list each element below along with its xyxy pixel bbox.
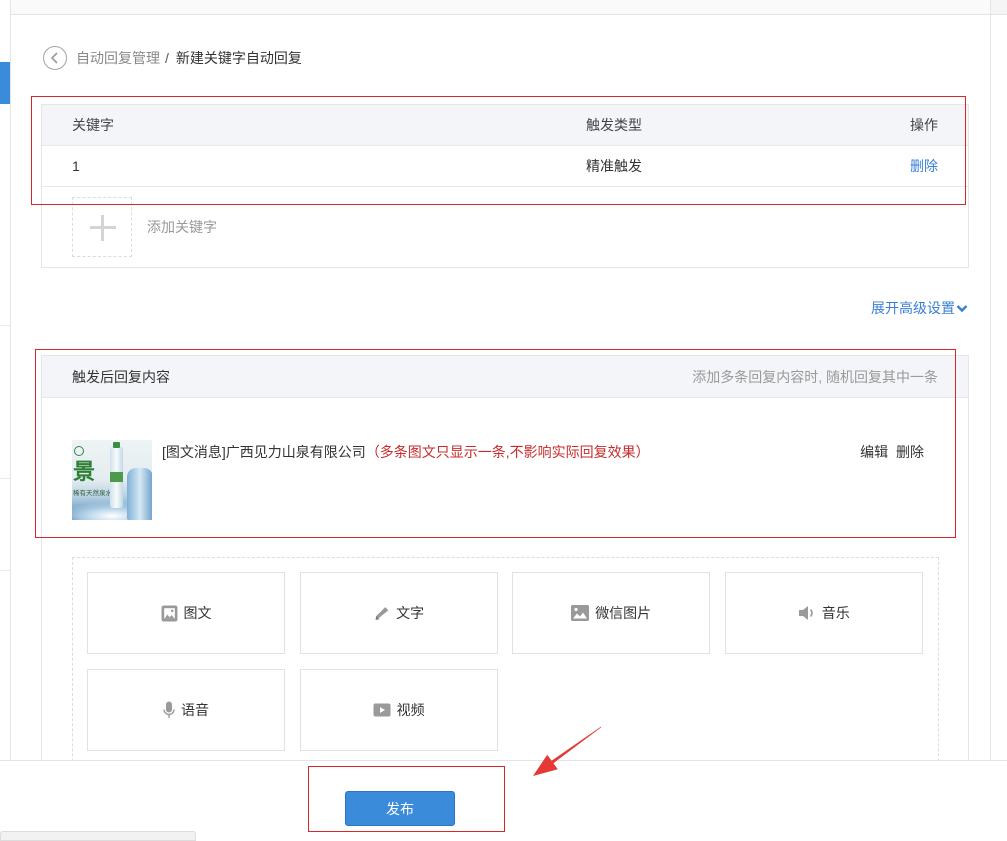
- reply-item-thumbnail: 景 稀有天然泉水: [72, 440, 152, 520]
- add-voice-label: 语音: [181, 702, 209, 718]
- thumbnail-logo: [74, 446, 84, 456]
- top-strip: [11, 0, 990, 15]
- trigger-type-cell: 精准触发: [586, 158, 642, 174]
- reply-item: 景 稀有天然泉水 [图文消息]广西见力山泉有限公司（多条图文只显示一条,不影响实…: [72, 440, 650, 520]
- microphone-icon: [163, 701, 175, 719]
- add-keyword-label[interactable]: 添加关键字: [147, 217, 217, 237]
- sidebar-divider: [0, 325, 10, 326]
- plus-icon[interactable]: [72, 197, 132, 257]
- add-reply-type-grid: 图文 文字 微信图片 音乐 语音 视频: [87, 572, 923, 751]
- reply-item-actions: 编辑 删除: [860, 442, 924, 462]
- column-header-keyword: 关键字: [72, 117, 114, 133]
- reply-item-label: [图文消息]广西见力山泉有限公司: [162, 444, 366, 460]
- right-edge-panel: [990, 0, 1007, 839]
- sidebar-active-item[interactable]: [0, 62, 10, 104]
- add-music-button[interactable]: 音乐: [724, 572, 923, 654]
- table-row: 1 精准触发 删除: [42, 146, 968, 187]
- publish-button[interactable]: 发布: [345, 791, 455, 826]
- right-edge-top: [991, 0, 1007, 15]
- thumbnail-bottle-label: [110, 472, 123, 482]
- reply-content-hint: 添加多条回复内容时, 随机回复其中一条: [692, 368, 938, 385]
- sidebar-divider: [0, 570, 10, 571]
- add-music-label: 音乐: [821, 605, 850, 621]
- add-news-label: 图文: [183, 605, 212, 621]
- add-news-button[interactable]: 图文: [87, 572, 285, 654]
- column-header-trigger-type: 触发类型: [586, 117, 642, 133]
- footer-bar: 发布: [0, 760, 1007, 839]
- add-image-button[interactable]: 微信图片: [512, 572, 711, 654]
- add-keyword: 添加关键字: [72, 197, 217, 257]
- reply-content-panel: 触发后回复内容 添加多条回复内容时, 随机回复其中一条 景 稀有天然泉水 [图文…: [41, 355, 969, 817]
- thumbnail-headline: 景: [73, 459, 96, 484]
- add-text-button[interactable]: 文字: [299, 572, 498, 654]
- image-icon: [571, 605, 590, 621]
- keyword-table-header: 关键字 触发类型 操作: [42, 105, 968, 146]
- delete-keyword-link[interactable]: 删除: [910, 156, 938, 176]
- add-video-button[interactable]: 视频: [299, 669, 498, 751]
- add-voice-button[interactable]: 语音: [87, 669, 285, 751]
- edit-reply-link[interactable]: 编辑: [860, 444, 888, 460]
- thumbnail-tagline: 稀有天然泉水: [73, 490, 112, 497]
- plus-icon-bar: [101, 215, 104, 241]
- chevron-down-icon: [956, 304, 968, 312]
- add-text-label: 文字: [396, 605, 425, 621]
- keyword-cell: 1: [72, 158, 80, 174]
- reply-content-title: 触发后回复内容: [72, 368, 170, 385]
- bottom-left-strip: [0, 831, 196, 841]
- thumbnail-bottle-cap: [113, 442, 120, 448]
- reply-content-header: 触发后回复内容 添加多条回复内容时, 随机回复其中一条: [42, 356, 968, 398]
- advanced-settings-toggle[interactable]: 展开高级设置: [871, 299, 968, 317]
- keyword-panel: 关键字 触发类型 操作 1 精准触发 删除 添加关键字: [41, 104, 969, 268]
- sidebar-divider: [0, 478, 10, 479]
- thumbnail-water-jug: [127, 468, 152, 520]
- pencil-icon: [373, 605, 390, 622]
- breadcrumb: 自动回复管理 / 新建关键字自动回复: [43, 46, 302, 70]
- add-video-label: 视频: [396, 702, 425, 718]
- breadcrumb-parent-link[interactable]: 自动回复管理: [76, 48, 160, 68]
- column-header-action: 操作: [910, 117, 938, 133]
- news-icon: [161, 605, 178, 622]
- reply-item-info: [图文消息]广西见力山泉有限公司（多条图文只显示一条,不影响实际回复效果）: [162, 440, 650, 520]
- video-icon: [373, 703, 391, 717]
- sidebar-edge: [0, 0, 11, 839]
- advanced-settings-label: 展开高级设置: [871, 300, 955, 316]
- add-image-label: 微信图片: [595, 605, 652, 621]
- reply-item-note: （多条图文只显示一条,不影响实际回复效果）: [365, 444, 650, 460]
- breadcrumb-separator: /: [165, 50, 169, 66]
- speaker-icon: [798, 605, 816, 621]
- breadcrumb-current: 新建关键字自动回复: [175, 50, 302, 66]
- back-circle-icon[interactable]: [43, 46, 67, 70]
- delete-reply-link[interactable]: 删除: [896, 444, 924, 460]
